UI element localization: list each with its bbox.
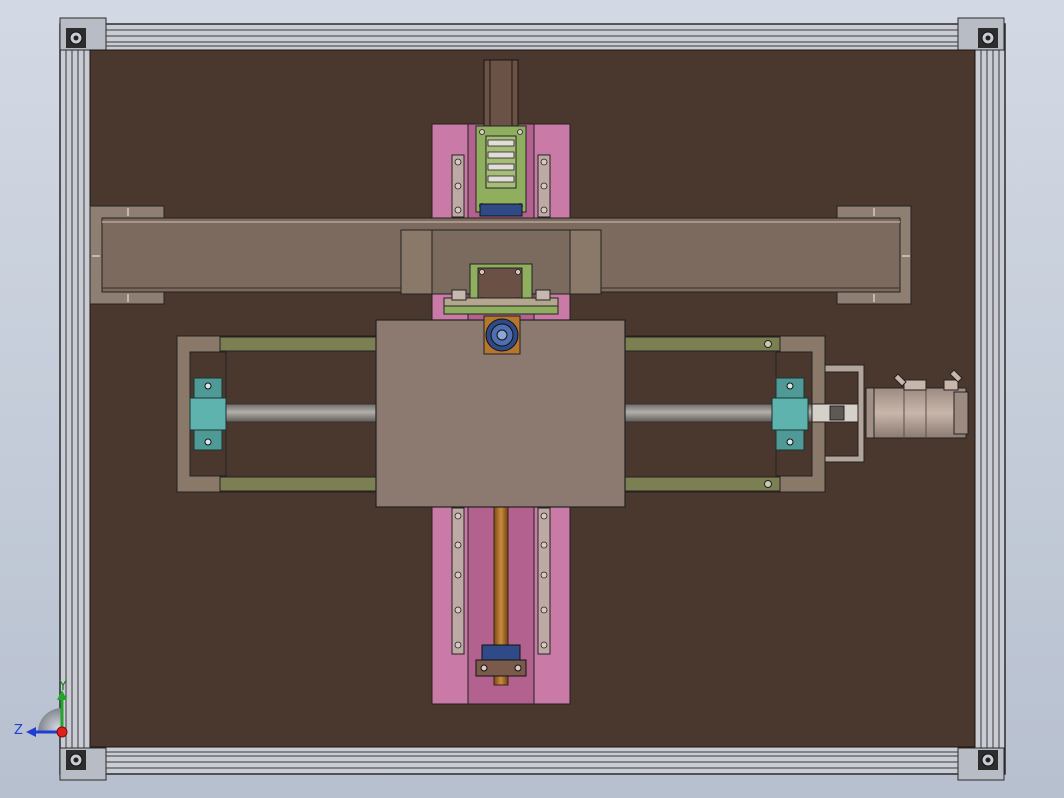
triad-y-label: Y xyxy=(58,679,67,694)
y-motor-housing xyxy=(483,59,519,127)
y-end-bearing xyxy=(475,644,527,677)
corner-bracket-bottom-left xyxy=(59,747,107,781)
corner-bracket-bottom-right xyxy=(957,747,1005,781)
y-motor-mount[interactable] xyxy=(475,59,527,217)
corner-bracket-top-left xyxy=(59,17,107,51)
servo-motor-body xyxy=(865,387,967,439)
triad-z-label: Z xyxy=(14,723,23,738)
corner-bracket-top-right xyxy=(957,17,1005,51)
x-bearing-block-right xyxy=(771,377,809,451)
view-triad[interactable]: Y Z xyxy=(14,679,68,738)
cad-viewport[interactable]: Y Z xyxy=(0,0,1064,798)
x-bearing-block-left xyxy=(189,377,227,451)
z-drive-nut[interactable] xyxy=(483,315,521,355)
triad-x-axis xyxy=(56,726,68,738)
